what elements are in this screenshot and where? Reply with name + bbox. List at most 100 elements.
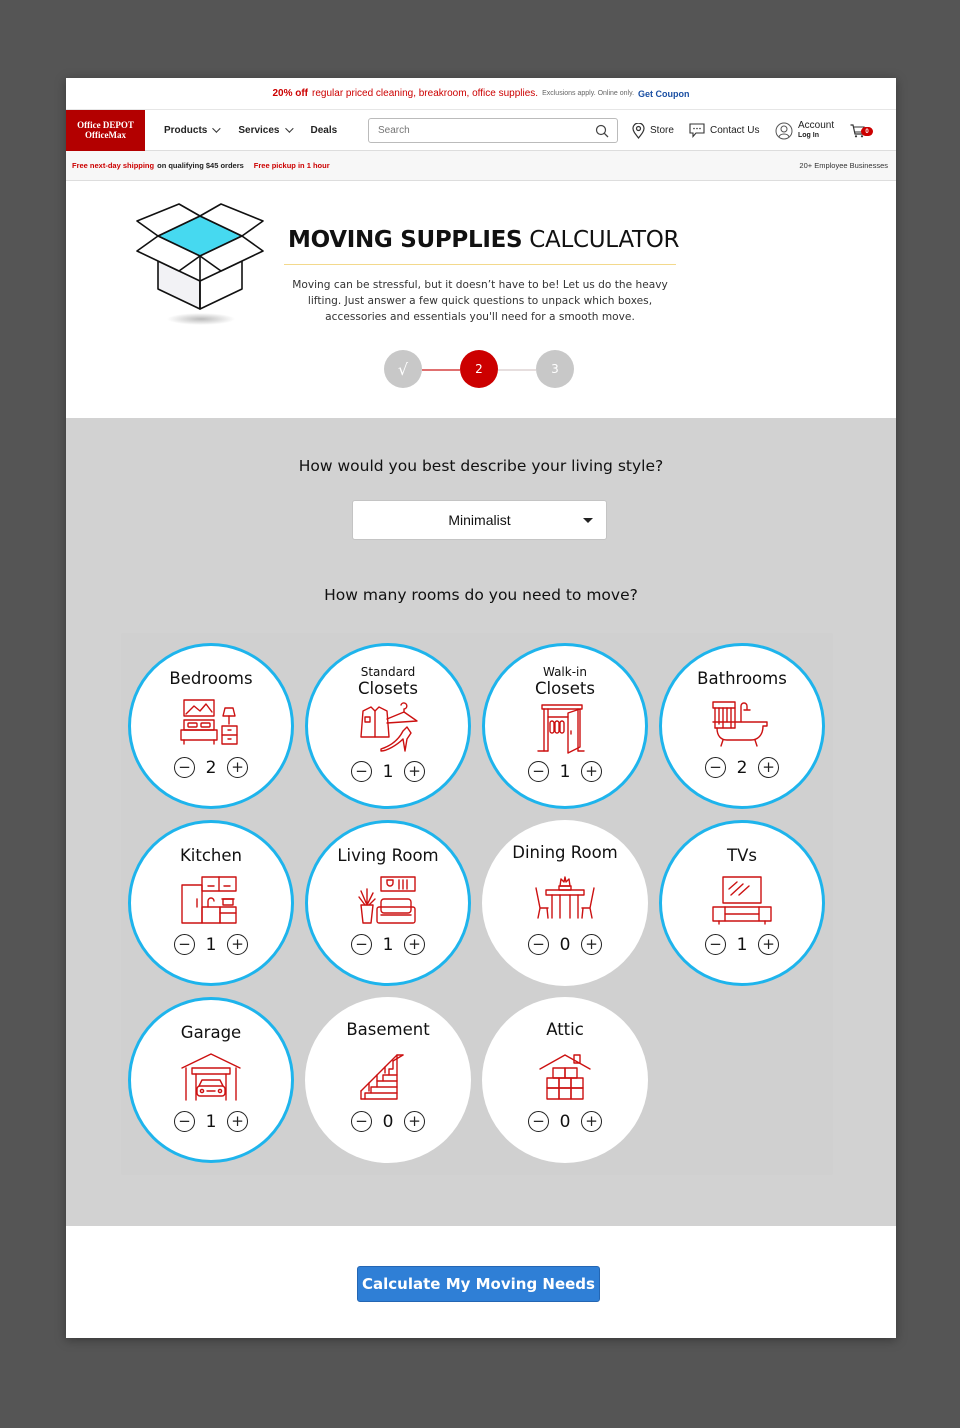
free-shipping-link[interactable]: Free next-day shipping bbox=[72, 161, 154, 170]
search-input[interactable] bbox=[378, 125, 588, 136]
decrement-button[interactable]: − bbox=[174, 1111, 195, 1132]
user-avatar-icon bbox=[775, 122, 793, 139]
account-label: Account bbox=[798, 119, 835, 131]
store-label: Store bbox=[650, 125, 674, 136]
chevron-down-icon bbox=[212, 124, 222, 133]
page: 20% off regular priced cleaning, breakro… bbox=[66, 78, 896, 1338]
cart-button[interactable]: 0 bbox=[850, 110, 873, 151]
nav-deals-label: Deals bbox=[310, 124, 338, 136]
increment-button[interactable]: + bbox=[581, 761, 602, 782]
nav-services[interactable]: Services bbox=[238, 124, 294, 136]
store-link[interactable]: Store bbox=[632, 110, 674, 151]
increment-button[interactable]: + bbox=[227, 1111, 248, 1132]
attic-boxes-icon bbox=[539, 1054, 591, 1100]
room-card[interactable]: Living Room −1 + bbox=[305, 820, 471, 986]
room-card[interactable]: Dining Room −0 + bbox=[482, 820, 648, 986]
room-count: 0 bbox=[382, 1111, 394, 1132]
decrement-button[interactable]: − bbox=[351, 934, 372, 955]
search-icon[interactable] bbox=[595, 124, 609, 138]
room-counter: −2 + bbox=[662, 757, 822, 778]
room-card[interactable]: Basement −0 + bbox=[305, 997, 471, 1163]
room-card[interactable]: Bedrooms −2 + bbox=[128, 643, 294, 809]
room-name: Closets bbox=[357, 679, 418, 698]
step-2-current[interactable]: 2 bbox=[460, 350, 498, 388]
room-card[interactable]: Walk-in Closets −1 + bbox=[482, 643, 648, 809]
decrement-button[interactable]: − bbox=[705, 934, 726, 955]
increment-button[interactable]: + bbox=[758, 934, 779, 955]
increment-button[interactable]: + bbox=[404, 761, 425, 782]
room-card[interactable]: Standard Closets −1 + bbox=[305, 643, 471, 809]
contact-us-link[interactable]: Contact Us bbox=[689, 110, 759, 151]
step-1-complete[interactable]: √ bbox=[384, 350, 422, 388]
calculate-button[interactable]: Calculate My Moving Needs bbox=[357, 1266, 600, 1302]
room-label: Basement bbox=[346, 1020, 430, 1039]
quiz-section: How would you best describe your living … bbox=[66, 418, 896, 1226]
title-light: CALCULATOR bbox=[529, 227, 680, 253]
free-pickup-link[interactable]: Free pickup in 1 hour bbox=[254, 161, 330, 170]
nav-services-label: Services bbox=[238, 124, 280, 136]
room-name: Closets bbox=[534, 679, 595, 698]
room-counter: −1 + bbox=[131, 1111, 291, 1132]
nav-products-label: Products bbox=[164, 124, 208, 136]
main-nav: Products Services Deals bbox=[164, 124, 357, 136]
nav-products[interactable]: Products bbox=[164, 124, 222, 136]
walk-in-closet-icon bbox=[537, 704, 585, 754]
living-room-icon bbox=[358, 876, 416, 924]
bedroom-icon bbox=[180, 699, 238, 745]
employee-businesses-link[interactable]: 20+ Employee Businesses bbox=[799, 161, 888, 170]
decrement-button[interactable]: − bbox=[705, 757, 726, 778]
decrement-button[interactable]: − bbox=[174, 934, 195, 955]
decrement-button[interactable]: − bbox=[351, 761, 372, 782]
title-bold: MOVING SUPPLIES bbox=[288, 227, 523, 253]
room-label: Dining Room bbox=[512, 843, 618, 862]
decrement-button[interactable]: − bbox=[174, 757, 195, 778]
increment-button[interactable]: + bbox=[227, 757, 248, 778]
room-count: 0 bbox=[559, 934, 571, 955]
promo-text: regular priced cleaning, breakroom, offi… bbox=[312, 88, 539, 99]
login-label: Log In bbox=[798, 131, 819, 139]
office-depot-logo[interactable]: Office DEPOT OfficeMax bbox=[66, 109, 145, 151]
room-label: Attic bbox=[546, 1020, 584, 1039]
room-count: 1 bbox=[205, 934, 217, 955]
room-count: 1 bbox=[205, 1111, 217, 1132]
increment-button[interactable]: + bbox=[581, 1111, 602, 1132]
step-3-upcoming[interactable]: 3 bbox=[536, 350, 574, 388]
room-label: Bedrooms bbox=[169, 669, 253, 688]
room-card[interactable]: Bathrooms −2 + bbox=[659, 643, 825, 809]
room-counter: −1 + bbox=[131, 934, 291, 955]
room-card[interactable]: TVs −1 + bbox=[659, 820, 825, 986]
room-counter: −1 + bbox=[485, 761, 645, 782]
room-card[interactable]: Kitchen −1 + bbox=[128, 820, 294, 986]
increment-button[interactable]: + bbox=[581, 934, 602, 955]
garage-icon bbox=[181, 1053, 241, 1101]
get-coupon-link[interactable]: Get Coupon bbox=[638, 89, 690, 99]
decrement-button[interactable]: − bbox=[528, 934, 549, 955]
site-header: Office DEPOT OfficeMax Products Services… bbox=[66, 109, 896, 151]
room-count: 1 bbox=[559, 761, 571, 782]
tv-icon bbox=[712, 876, 772, 925]
increment-button[interactable]: + bbox=[227, 934, 248, 955]
step-connector-2 bbox=[498, 369, 536, 371]
calculator-hero: MOVING SUPPLIES CALCULATOR Moving can be… bbox=[66, 181, 896, 416]
room-label: Standard Closets bbox=[308, 666, 468, 699]
increment-button[interactable]: + bbox=[758, 757, 779, 778]
room-card[interactable]: Attic −0 + bbox=[482, 997, 648, 1163]
room-card[interactable]: Garage −1 + bbox=[128, 997, 294, 1163]
nav-deals[interactable]: Deals bbox=[311, 125, 338, 136]
room-counter: −0 + bbox=[305, 1111, 471, 1132]
step-connector-1 bbox=[422, 369, 460, 371]
increment-button[interactable]: + bbox=[404, 934, 425, 955]
room-sublabel: Walk-in bbox=[542, 665, 587, 679]
room-label: TVs bbox=[727, 846, 757, 865]
chat-bubble-icon bbox=[689, 123, 705, 138]
living-style-select[interactable]: Minimalist bbox=[352, 500, 607, 540]
promo-bar: 20% off regular priced cleaning, breakro… bbox=[66, 78, 896, 110]
decrement-button[interactable]: − bbox=[528, 761, 549, 782]
decrement-button[interactable]: − bbox=[351, 1111, 372, 1132]
account-link[interactable]: Account Log In bbox=[775, 110, 834, 151]
decrement-button[interactable]: − bbox=[528, 1111, 549, 1132]
promo-fine-print: Exclusions apply. Online only. bbox=[542, 90, 635, 97]
increment-button[interactable]: + bbox=[404, 1111, 425, 1132]
room-counter: −0 + bbox=[482, 934, 648, 955]
location-pin-icon bbox=[632, 122, 645, 139]
